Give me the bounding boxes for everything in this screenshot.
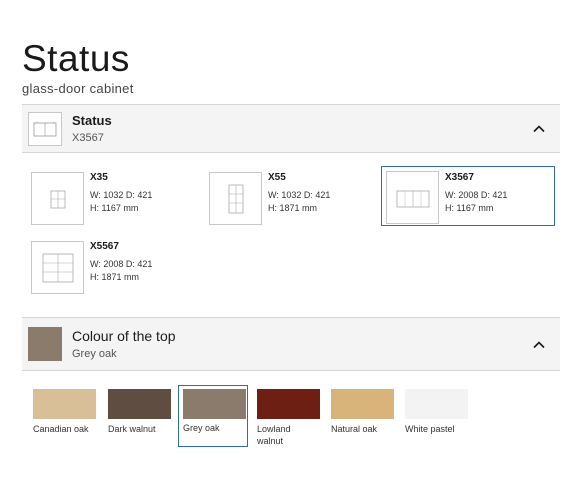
model-card-x3567[interactable]: X3567 W: 2008 D: 421 H: 1167 mm xyxy=(381,166,555,226)
status-section-header[interactable]: Status X3567 xyxy=(22,104,560,153)
status-section-title: Status xyxy=(72,113,112,128)
colour-swatch-grey-oak[interactable]: Grey oak xyxy=(178,385,248,447)
swatch-label: White pastel xyxy=(405,424,455,434)
page-title: Status xyxy=(22,38,130,79)
swatch-label: Grey oak xyxy=(183,423,220,433)
model-dimensions-h: H: 1871 mm xyxy=(90,272,140,282)
swatch-label: Dark walnut xyxy=(108,424,156,434)
model-dimensions-h: H: 1871 mm xyxy=(268,203,318,213)
model-thumbnail xyxy=(209,172,262,225)
model-card-x35[interactable]: X35 W: 1032 D: 421 H: 1167 mm xyxy=(24,166,198,226)
model-dimensions-h: H: 1167 mm xyxy=(445,203,494,213)
colour-section-value: Grey oak xyxy=(72,348,117,360)
colour-section-title: Colour of the top xyxy=(72,328,176,344)
chevron-up-icon[interactable] xyxy=(532,338,546,352)
page-subtitle: glass-door cabinet xyxy=(22,81,134,96)
swatch-label: Natural oak xyxy=(331,424,378,434)
model-name: X55 xyxy=(268,172,286,183)
colour-section-header[interactable]: Colour of the top Grey oak xyxy=(22,317,560,371)
model-thumbnail xyxy=(31,241,84,294)
status-thumbnail xyxy=(28,112,62,146)
model-card-x55[interactable]: X55 W: 1032 D: 421 H: 1871 mm xyxy=(202,166,376,226)
colour-thumbnail-swatch xyxy=(28,327,62,361)
swatch-chip xyxy=(183,389,246,419)
model-name: X35 xyxy=(90,172,108,183)
model-dimensions-wd: W: 1032 D: 421 xyxy=(90,190,153,200)
swatch-chip xyxy=(405,389,468,419)
swatch-label: Lowland walnut xyxy=(257,424,291,446)
cabinet-icon xyxy=(228,184,243,213)
model-dimensions-wd: W: 1032 D: 421 xyxy=(268,190,331,200)
swatch-chip xyxy=(257,389,320,419)
swatch-chip xyxy=(33,389,96,419)
cabinet-icon xyxy=(396,190,429,207)
cabinet-icon xyxy=(33,121,57,137)
model-dimensions-h: H: 1167 mm xyxy=(90,203,139,213)
chevron-up-icon[interactable] xyxy=(532,122,546,136)
model-name: X5567 xyxy=(90,241,119,252)
swatch-chip xyxy=(108,389,171,419)
cabinet-icon xyxy=(42,253,73,282)
status-section-value: X3567 xyxy=(72,132,104,144)
model-thumbnail xyxy=(386,171,439,224)
model-card-x5567[interactable]: X5567 W: 2008 D: 421 H: 1871 mm xyxy=(24,235,198,295)
model-name: X3567 xyxy=(445,172,474,183)
cabinet-icon xyxy=(50,190,65,208)
swatch-chip xyxy=(331,389,394,419)
swatch-label: Canadian oak xyxy=(33,424,89,434)
model-dimensions-wd: W: 2008 D: 421 xyxy=(445,190,508,200)
model-thumbnail xyxy=(31,172,84,225)
model-dimensions-wd: W: 2008 D: 421 xyxy=(90,259,153,269)
